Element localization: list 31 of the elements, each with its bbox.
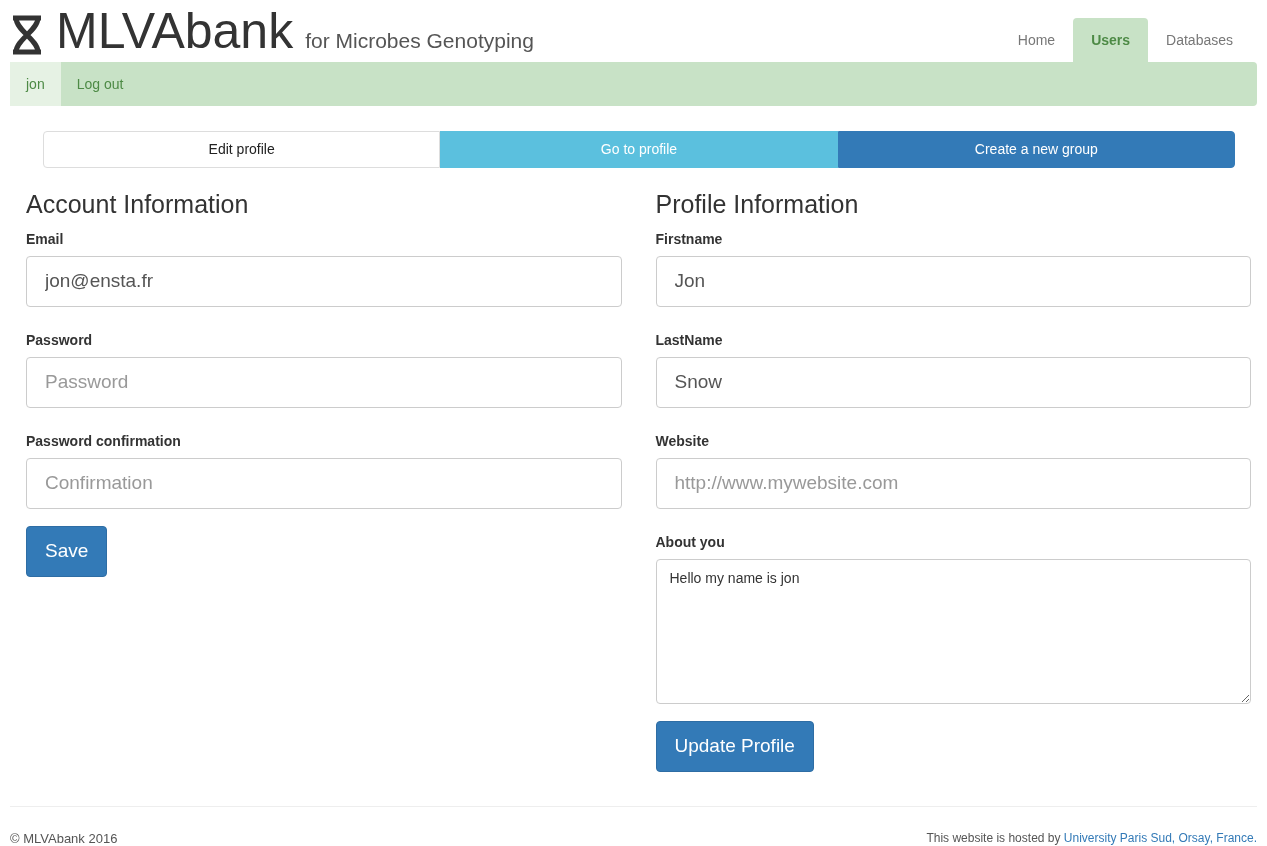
- save-button[interactable]: Save: [26, 525, 108, 577]
- nav-tab[interactable]: Databases: [1148, 18, 1251, 63]
- field-label: Password confirmation: [26, 432, 182, 449]
- input-field[interactable]: Confirmation: [26, 457, 622, 509]
- field-label: About you: [655, 533, 726, 550]
- dna-logo-icon: [10, 14, 44, 57]
- input-field[interactable]: Snow: [655, 356, 1251, 408]
- action-button[interactable]: Edit profile: [43, 131, 441, 168]
- site-tagline: for Microbes Genotyping: [305, 29, 534, 55]
- copyright-text: © MLVAbank 2016: [10, 831, 118, 846]
- site-title: MLVAbank: [56, 6, 294, 57]
- section-heading: Profile Information: [655, 189, 860, 219]
- sub-nav-item[interactable]: jon: [10, 62, 61, 106]
- update-profile-button[interactable]: Update Profile: [655, 720, 814, 772]
- field-label: LastName: [655, 331, 724, 348]
- field-label: Password: [26, 331, 94, 348]
- field-label: Email: [26, 230, 65, 247]
- nav-tab[interactable]: Home: [999, 18, 1074, 63]
- action-button[interactable]: Create a new group: [837, 131, 1235, 168]
- field-label: Website: [655, 432, 710, 449]
- input-field[interactable]: http://www.mywebsite.com: [655, 457, 1251, 509]
- university-link[interactable]: University Paris Sud, Orsay, France.: [1063, 831, 1257, 845]
- section-heading: Account Information: [26, 189, 250, 219]
- input-field[interactable]: Password: [26, 356, 622, 408]
- field-label: Firstname: [655, 230, 724, 247]
- sub-nav-item[interactable]: Log out: [60, 62, 140, 106]
- hosting-note: This website is hosted by University Paris Sud, Orsay, France.: [926, 831, 1257, 846]
- input-field[interactable]: Jon: [655, 255, 1251, 307]
- nav-tab[interactable]: Users: [1073, 18, 1149, 63]
- input-field[interactable]: jon@ensta.fr: [26, 255, 622, 307]
- text-area[interactable]: Hello my name is jon: [655, 558, 1251, 704]
